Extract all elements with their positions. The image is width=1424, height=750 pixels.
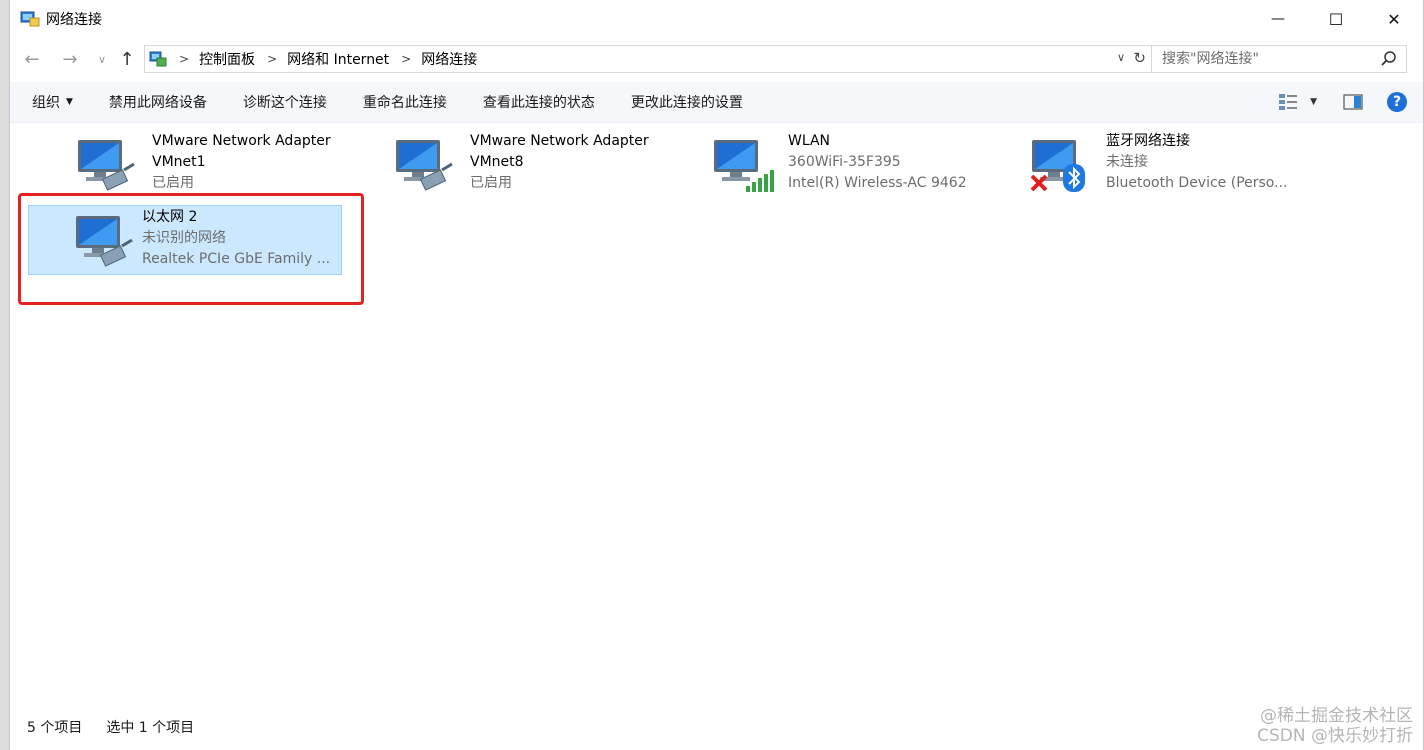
maximize-icon: ☐ [1328,9,1344,29]
adapter-list: VMware Network Adapter VMnet1 已启用 VMware… [10,123,1423,709]
adapter-device: Bluetooth Device (Perso... [1106,175,1288,191]
command-bar: 组织 ▼ 禁用此网络设备 诊断这个连接 重命名此连接 查看此连接的状态 更改此连… [10,82,1423,123]
help-icon[interactable]: ? [1387,92,1407,112]
bluetooth-icon [1063,164,1085,192]
disconnected-x-icon [1030,174,1048,192]
network-folder-icon [20,11,40,27]
back-button[interactable]: ← [21,48,43,70]
status-bar: 5 个项目 选中 1 个项目 [10,712,1423,742]
chevron-down-icon: ∨ [97,52,107,66]
adapter-text: VMware Network Adapter VMnet8 已启用 [470,131,660,194]
adapter-name-line2: VMnet1 [152,154,206,170]
arrow-right-icon: → [62,48,78,70]
item-count: 5 个项目 [27,720,83,736]
change-view-icon[interactable] [1278,93,1300,111]
rename-connection-button[interactable]: 重命名此连接 [345,82,465,122]
title-bar: 网络连接 — ☐ ✕ [10,0,1423,38]
network-connections-window: 网络连接 — ☐ ✕ ← → ∨ ↑ > 控制面板 > 网络和 Internet… [9,0,1424,750]
view-options-dropdown-icon[interactable]: ▼ [1310,97,1317,107]
control-panel-icon [149,51,167,67]
search-icon[interactable] [1380,50,1398,68]
maximize-button[interactable]: ☐ [1307,0,1365,38]
adapter-wlan[interactable]: WLAN 360WiFi-35F395 Intel(R) Wireless-AC… [666,129,980,199]
adapter-vmnet1[interactable]: VMware Network Adapter VMnet1 已启用 [30,129,344,199]
adapter-name: WLAN [788,133,831,149]
refresh-icon[interactable]: ↻ [1133,49,1146,67]
preview-pane-icon[interactable] [1343,94,1363,110]
adapter-text: WLAN 360WiFi-35F395 Intel(R) Wireless-AC… [788,131,978,194]
organize-label: 组织 [32,95,60,111]
adapter-bluetooth[interactable]: 蓝牙网络连接 未连接 Bluetooth Device (Perso... [984,129,1298,199]
organize-button[interactable]: 组织 ▼ [10,82,91,122]
minimize-button[interactable]: — [1249,0,1307,38]
disable-device-button[interactable]: 禁用此网络设备 [91,82,225,122]
selected-count: 选中 1 个项目 [106,720,195,736]
window-title: 网络连接 [46,12,102,28]
adapter-status: 360WiFi-35F395 [788,154,901,170]
adapter-name-line2: VMnet8 [470,154,524,170]
breadcrumb-network-internet[interactable]: 网络和 Internet [287,49,389,69]
address-bar[interactable]: > 控制面板 > 网络和 Internet > 网络连接 ∨ ↻ [144,45,1152,73]
adapter-status: 已启用 [152,175,194,191]
view-status-button[interactable]: 查看此连接的状态 [465,82,613,122]
arrow-left-icon: ← [24,48,40,70]
adapter-vmnet8[interactable]: VMware Network Adapter VMnet8 已启用 [348,129,662,199]
watermark: @稀土掘金技术社区 CSDN @快乐妙打折 [1257,706,1413,746]
adapter-device: Intel(R) Wireless-AC 9462 [788,175,967,191]
search-input[interactable] [1160,46,1380,72]
adapter-text: VMware Network Adapter VMnet1 已启用 [152,131,342,194]
adapter-status: 已启用 [470,175,512,191]
address-row: ← → ∨ ↑ > 控制面板 > 网络和 Internet > 网络连接 ∨ ↻ [10,40,1423,78]
recent-locations-button[interactable]: ∨ [91,48,113,70]
address-dropdown-icon[interactable]: ∨ [1117,51,1125,64]
search-box[interactable] [1151,45,1407,73]
adapter-text: 蓝牙网络连接 未连接 Bluetooth Device (Perso... [1106,131,1296,194]
adapter-name: VMware Network Adapter [152,133,331,149]
change-settings-button[interactable]: 更改此连接的设置 [613,82,761,122]
breadcrumb-separator-icon: > [401,52,412,66]
background-window-strip [0,0,9,750]
minimize-icon: — [1271,11,1285,27]
breadcrumb-control-panel[interactable]: 控制面板 [199,49,255,69]
adapter-status: 未连接 [1106,154,1148,170]
network-computer-icon [396,140,453,191]
breadcrumb-separator-icon: > [179,52,190,66]
network-computer-icon [78,140,135,191]
network-computer-icon [714,140,774,192]
adapter-name: 蓝牙网络连接 [1106,133,1190,149]
diagnose-connection-button[interactable]: 诊断这个连接 [225,82,345,122]
red-highlight-annotation [18,193,364,305]
up-button[interactable]: ↑ [116,48,138,70]
signal-bars-icon [746,170,774,192]
breadcrumb-separator-icon: > [267,52,278,66]
close-icon: ✕ [1387,9,1401,29]
arrow-up-icon: ↑ [119,48,135,70]
caret-down-icon: ▼ [66,97,73,107]
forward-button[interactable]: → [59,48,81,70]
watermark-line-1: @稀土掘金技术社区 [1260,706,1413,726]
close-button[interactable]: ✕ [1365,0,1423,38]
view-controls: ▼ ? [1268,82,1423,122]
breadcrumb-network-connections[interactable]: 网络连接 [421,49,477,69]
adapter-name: VMware Network Adapter [470,133,649,149]
network-computer-icon [1030,140,1085,192]
watermark-line-2: CSDN @快乐妙打折 [1257,726,1413,746]
